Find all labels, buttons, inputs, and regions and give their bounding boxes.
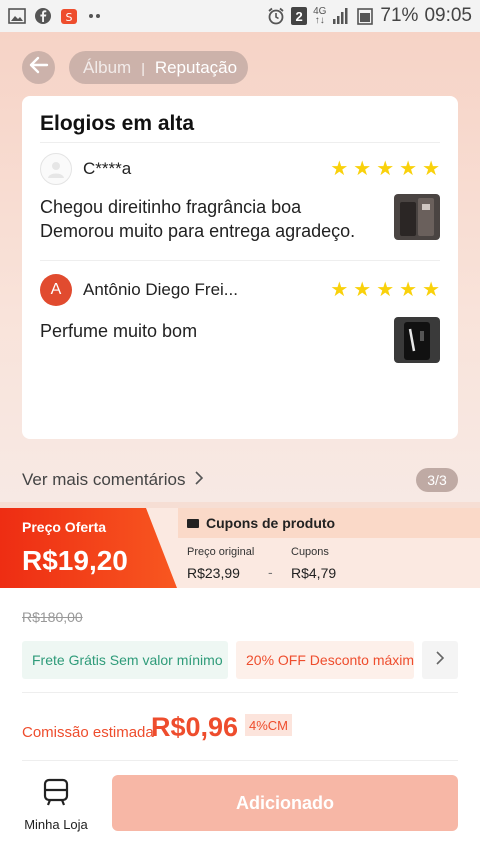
review-item[interactable]: C****a ★ ★ ★ ★ ★ Chegou direitinho fragr…	[40, 143, 440, 260]
media-tabs: Álbum | Reputação	[69, 51, 248, 84]
reviews-title: Elogios em alta	[40, 112, 195, 135]
star-icon: ★	[353, 158, 372, 180]
original-price-block: Preço original R$23,99	[187, 546, 254, 581]
clock: 09:05	[424, 5, 472, 26]
star-icon: ★	[353, 279, 372, 301]
price-band: Preço Oferta R$19,20 Cupons de produto P…	[0, 508, 480, 588]
star-icon: ★	[330, 279, 349, 301]
back-button[interactable]	[22, 51, 55, 84]
tab-reputation[interactable]: Reputação	[155, 58, 237, 78]
reviewer-name: C****a	[83, 159, 132, 178]
alarm-icon	[267, 7, 285, 25]
signal-icon	[332, 7, 350, 25]
tab-album[interactable]: Álbum	[83, 58, 131, 78]
tab-separator: |	[141, 59, 145, 76]
battery-percent: 71%	[380, 5, 419, 26]
coupons-header: Cupons de produto	[178, 508, 480, 538]
star-rating: ★ ★ ★ ★ ★	[330, 280, 440, 300]
star-icon: ★	[399, 158, 418, 180]
star-rating: ★ ★ ★ ★ ★	[330, 159, 440, 179]
more-dots-icon	[86, 7, 104, 25]
chips-more-button[interactable]	[422, 641, 458, 679]
store-icon	[43, 778, 69, 811]
coupon-discount-value: R$4,79	[291, 565, 337, 581]
network-type: 4G ↑↓	[313, 6, 327, 26]
my-store-label: Minha Loja	[24, 817, 88, 832]
coupons-title: Cupons de produto	[206, 515, 336, 531]
minus-sign: -	[268, 564, 273, 580]
commission-value: R$0,96	[151, 712, 239, 742]
offer-price-panel: Preço Oferta R$19,20	[0, 508, 177, 588]
star-icon: ★	[376, 158, 395, 180]
star-icon: ★	[330, 158, 349, 180]
see-more-label: Ver mais comentários	[22, 470, 186, 489]
notification-count-badge: 2	[291, 7, 308, 25]
product-info-section: R$180,00 Frete Grátis Sem valor mínimo 2…	[0, 588, 480, 854]
commission-badge: 4%CM	[245, 714, 293, 736]
commission-label: Comissão estimada	[22, 724, 154, 741]
review-photo[interactable]	[394, 317, 440, 363]
review-text: Perfume muito bom	[40, 321, 198, 341]
arrow-left-icon	[29, 56, 49, 79]
reviewer-name: Antônio Diego Frei...	[83, 280, 238, 299]
chevron-right-icon	[436, 650, 445, 670]
added-button[interactable]: Adicionado	[112, 775, 458, 831]
star-icon: ★	[422, 158, 440, 180]
star-icon: ★	[422, 279, 440, 301]
see-more-link[interactable]: Ver mais comentários	[22, 470, 204, 490]
facebook-icon	[34, 7, 52, 25]
star-icon: ★	[376, 279, 395, 301]
promo-chips: Frete Grátis Sem valor mínimo 20% OFF De…	[22, 641, 458, 679]
status-bar: S 2 4G ↑↓ 71% 09:05	[0, 0, 480, 32]
review-photo[interactable]	[394, 194, 440, 240]
divider	[22, 692, 458, 693]
review-item[interactable]: A Antônio Diego Frei... ★ ★ ★ ★ ★ Perfum…	[40, 261, 440, 381]
offer-price-label: Preço Oferta	[22, 519, 107, 535]
reviews-card: Elogios em alta C****a ★ ★ ★ ★ ★ Chegou …	[22, 96, 458, 439]
avatar: A	[40, 274, 72, 306]
old-price: R$180,00	[22, 609, 83, 625]
image-icon	[8, 7, 26, 25]
shopee-icon: S	[60, 7, 78, 25]
battery-icon	[356, 7, 374, 25]
offer-price: R$19,20	[22, 545, 128, 576]
free-shipping-chip[interactable]: Frete Grátis Sem valor mínimo	[22, 641, 228, 679]
coupon-discount-label: Cupons	[291, 546, 329, 558]
coupon-discount-block: Cupons R$4,79	[291, 546, 336, 581]
my-store-button[interactable]: Minha Loja	[16, 778, 96, 832]
see-more-row: Ver mais comentários 3/3	[22, 467, 458, 493]
discount-chip[interactable]: 20% OFF Desconto máximo	[236, 641, 414, 679]
review-text: Chegou direitinho fragrância boa Demorou…	[40, 197, 356, 241]
star-icon: ★	[399, 279, 418, 301]
avatar	[40, 153, 72, 185]
chevron-right-icon	[195, 470, 204, 490]
svg-text:S: S	[66, 11, 73, 24]
ticket-icon	[187, 518, 199, 528]
page-indicator: 3/3	[416, 468, 458, 492]
original-price-label: Preço original	[187, 546, 255, 558]
divider	[22, 760, 458, 761]
original-price-value: R$23,99	[187, 565, 240, 581]
